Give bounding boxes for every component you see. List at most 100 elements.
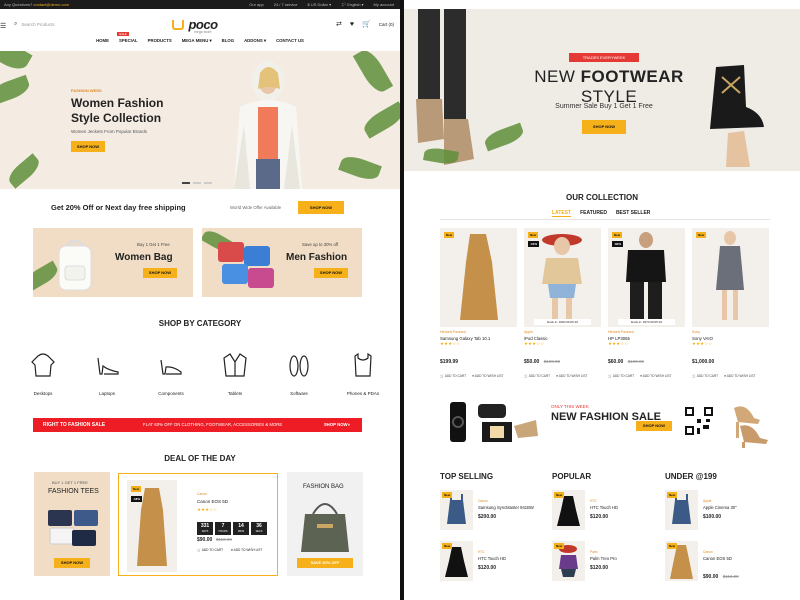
product-brand[interactable]: Sony (692, 330, 769, 334)
topbar-link-app[interactable]: Our app (249, 0, 263, 9)
category-laptops[interactable]: Laptops (82, 352, 132, 396)
nav-contact[interactable]: CONTACT US (276, 38, 304, 50)
mini-brand[interactable]: Palm (590, 550, 598, 554)
cart-icon[interactable]: 🛒 (362, 20, 371, 28)
timer-mins: 14 MINS (233, 522, 249, 535)
add-to-wishlist[interactable]: ♥ ADD TO WISH LIST (556, 374, 587, 378)
product-card[interactable]: New -10% Ends in: 328d 00:05:19 Apple iP… (524, 228, 601, 378)
tab-latest[interactable]: LATEST (552, 210, 572, 217)
mini-name[interactable]: HTC Touch HD (478, 556, 506, 561)
popular-item[interactable]: New HTC HTC Touch HD $120.00 (552, 490, 662, 534)
product-image[interactable]: New -60% Ends in: 297d 00:05:19 (608, 228, 685, 327)
hamburger-icon[interactable]: ☰ (0, 22, 6, 30)
tab-best-seller[interactable]: BEST SELLER (616, 210, 650, 217)
category-label: Desktops (33, 391, 53, 396)
deal-brand[interactable]: Canon (197, 492, 207, 496)
popular-item[interactable]: New Palm Palm Treo Pro $120.00 (552, 541, 662, 585)
product-image[interactable]: New (692, 228, 769, 327)
new-fashion-sale-banner[interactable]: ONLY THIS WEEK NEW FASHION SALE SHOP NOW (440, 390, 770, 452)
new-tag: New (131, 486, 142, 492)
fashion-sale-bar[interactable]: RIGHT TO FASHION SALE FLAT 60% OFF ON CL… (33, 418, 362, 432)
top-selling-item[interactable]: New HTC HTC Touch HD $120.00 (440, 541, 550, 585)
nav-mega-menu[interactable]: MEGA MENU ▾ (182, 38, 212, 50)
sale-shop-button[interactable]: SHOP NOW (636, 421, 672, 431)
my-account-link[interactable]: My account (374, 0, 394, 9)
site-logo[interactable]: poco mega store (172, 16, 218, 34)
category-phones[interactable]: Phones & PDAs (338, 352, 388, 396)
product-brand[interactable]: Hewlett-Packard (608, 330, 685, 334)
contact-email[interactable]: contact@demo.com (33, 2, 69, 7)
add-to-cart[interactable]: 🛒 ADD TO CART (524, 374, 550, 378)
compare-icon[interactable]: ⇄ (336, 20, 342, 28)
deal-product-card[interactable]: New -18% Canon Canon EOS 5D ★★★☆☆ 331 DAY… (118, 473, 278, 576)
fashion-bag-card[interactable]: FASHION BAG SAVE 30% OFF (287, 472, 363, 576)
add-to-wishlist[interactable]: ♥ ADD TO WISH LIST (640, 374, 671, 378)
top-selling-item[interactable]: New Canon Samsung SyncMaster 941BW $200.… (440, 490, 550, 534)
banner-women-bag[interactable]: Buy 1 Get 1 Free Women Bag SHOP NOW (33, 228, 193, 297)
mini-name[interactable]: HTC Touch HD (590, 505, 618, 510)
mini-name[interactable]: Palm Treo Pro (590, 556, 617, 561)
add-to-cart[interactable]: 🛒 ADD TO CART (440, 374, 466, 378)
nav-addons[interactable]: ADDONS ▾ (244, 38, 266, 50)
category-desktops[interactable]: Desktops (18, 352, 68, 396)
banner-men-fashion[interactable]: Save up to 30% off Men Fashion SHOP NOW (202, 228, 362, 297)
nav-special[interactable]: SALE SPECIAL (116, 32, 138, 50)
sale-bar-shop-link[interactable]: SHOP NOW» (324, 418, 350, 432)
cart-label[interactable]: Cart (0) (379, 22, 394, 27)
mini-brand[interactable]: Canon (703, 550, 713, 554)
nav-home[interactable]: HOME (96, 38, 109, 50)
product-brand[interactable]: Hewlett-Packard (440, 330, 517, 334)
nav-products[interactable]: PRODUCTS (148, 38, 172, 50)
category-tablets[interactable]: Tablets (210, 352, 260, 396)
questions-text: Any Questions? contact@demo.com (4, 2, 70, 7)
mini-name[interactable]: Samsung SyncMaster 941BW (478, 505, 534, 510)
mini-price: $120.00 (590, 565, 609, 571)
add-to-cart[interactable]: 🛒 ADD TO CART (692, 374, 718, 378)
mini-brand[interactable]: Apple (703, 499, 711, 503)
slider-dot[interactable] (204, 182, 212, 184)
deal-product-name[interactable]: Canon EOS 5D (197, 499, 228, 504)
promo-shop-button[interactable]: SHOP NOW (298, 201, 344, 214)
footwear-shop-button[interactable]: SHOP NOW (582, 120, 626, 134)
hero-slider[interactable]: FASHION WEEK Women Fashion Style Collect… (0, 51, 400, 189)
add-to-wishlist[interactable]: ♥ ADD TO WISH LIST (724, 374, 755, 378)
slider-dot[interactable] (193, 182, 201, 184)
mini-brand[interactable]: HTC (478, 550, 485, 554)
product-image[interactable]: New (440, 228, 517, 327)
hero-shop-button[interactable]: SHOP NOW (71, 141, 105, 152)
product-image[interactable]: New -10% Ends in: 328d 00:05:19 (524, 228, 601, 327)
product-brand[interactable]: Apple (524, 330, 601, 334)
under-199-item[interactable]: New Apple Apple Cinema 30" $100.00 (665, 490, 775, 534)
mini-brand[interactable]: HTC (590, 499, 597, 503)
mini-brand[interactable]: Canon (478, 499, 488, 503)
currency-select[interactable]: $ US Dollar ▾ (308, 0, 332, 9)
fashion-tees-card[interactable]: BUY 1 GET 1 FREE FASHION TEES SHOP NOW (34, 472, 110, 576)
top-bar: Any Questions? contact@demo.com Our app … (0, 0, 400, 9)
nav-blog[interactable]: BLOG (222, 38, 234, 50)
banner-shop-button[interactable]: SHOP NOW (143, 268, 177, 278)
add-to-cart[interactable]: 🛒 ADD TO CART (608, 374, 634, 378)
tees-shop-button[interactable]: SHOP NOW (54, 558, 90, 568)
banner-shop-button[interactable]: SHOP NOW (314, 268, 348, 278)
category-software[interactable]: Software (274, 352, 324, 396)
product-card[interactable]: New -60% Ends in: 297d 00:05:19 Hewlett-… (608, 228, 685, 378)
deal-add-to-wishlist[interactable]: ♥ ADD TO WISH LIST (231, 548, 262, 552)
bag-save-button[interactable]: SAVE 30% OFF (297, 558, 353, 568)
product-card[interactable]: New Hewlett-Packard Samsung Galaxy Tab 1… (440, 228, 517, 378)
leaf-decoration (352, 51, 394, 96)
mini-name[interactable]: Canon EOS 5D (703, 556, 732, 561)
tab-featured[interactable]: FEATURED (580, 210, 607, 217)
wishlist-icon[interactable]: ♥ (350, 21, 354, 28)
add-to-wishlist[interactable]: ♥ ADD TO WISH LIST (472, 374, 503, 378)
mini-name[interactable]: Apple Cinema 30" (703, 505, 737, 510)
topbar-link-service[interactable]: 24 / 7 service (274, 0, 298, 9)
product-card[interactable]: New Sony Sony VAIO ★★★☆☆ $1,000.00 🛒 ADD… (692, 228, 769, 378)
footwear-hero[interactable]: TRADES EVERYWEEK NEW FOOTWEAR STYLE Summ… (404, 9, 800, 171)
search-input[interactable]: ⌕ Search Products (14, 19, 106, 29)
category-components[interactable]: Components (146, 352, 196, 396)
deal-add-to-cart[interactable]: 🛒 ADD TO CART (197, 548, 223, 552)
under-199-item[interactable]: New Canon Canon EOS 5D $90.00 $110.00 (665, 541, 775, 585)
slider-dot[interactable] (182, 182, 190, 184)
language-select[interactable]: 🏳 English ▾ (341, 0, 363, 9)
countdown-ends: Ends in: 297d 00:05:19 (618, 319, 675, 325)
